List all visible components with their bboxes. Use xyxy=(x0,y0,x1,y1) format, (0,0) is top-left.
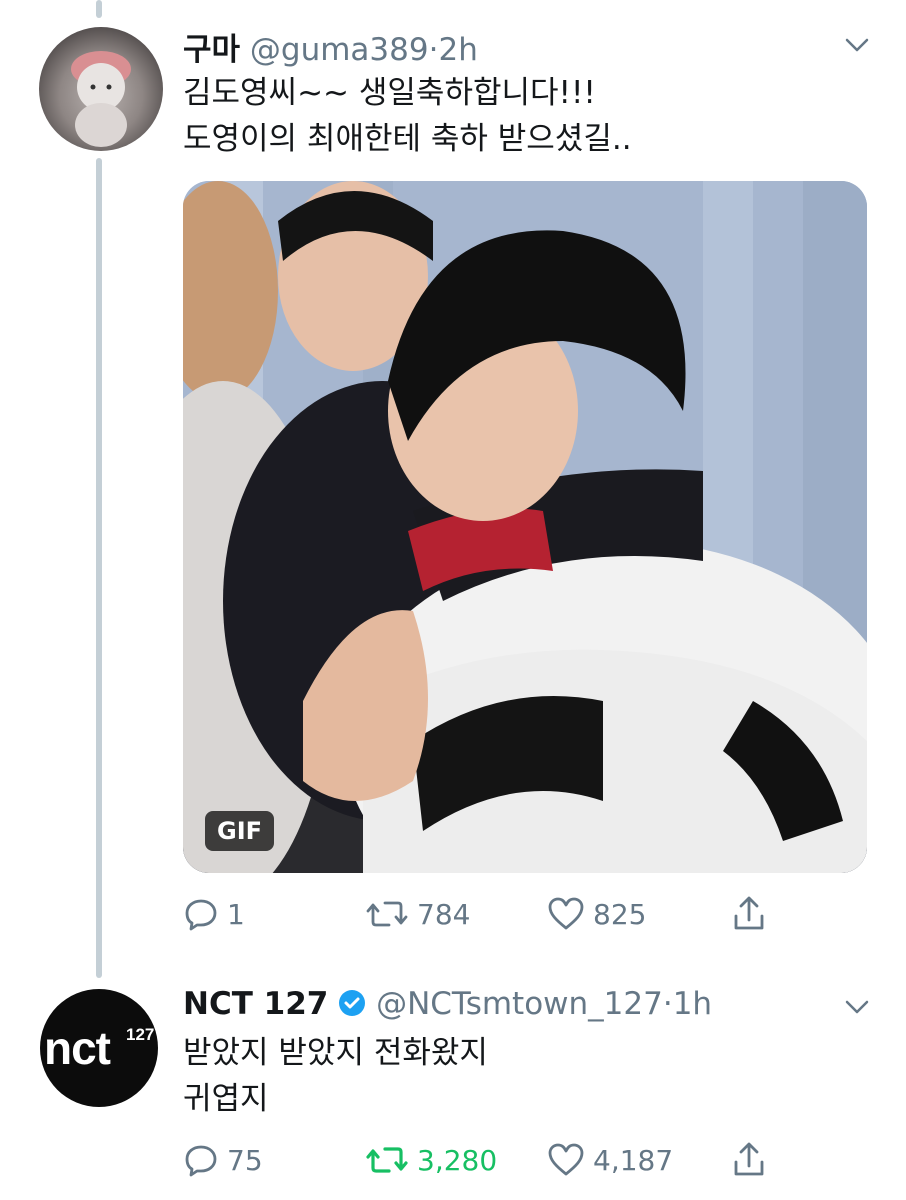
retweet-count: 3,280 xyxy=(417,1143,498,1177)
chevron-down-icon[interactable] xyxy=(844,32,870,58)
thread-line xyxy=(96,158,102,978)
retweet-button[interactable]: 784 xyxy=(365,890,470,938)
retweet-button[interactable]: 3,280 xyxy=(365,1136,497,1184)
tweet-text-line: 귀엽지 xyxy=(183,1081,269,1117)
reply-count: 1 xyxy=(227,897,245,931)
reply-count: 75 xyxy=(227,1143,263,1177)
tweet-actions: 75 3,280 4,187 xyxy=(183,1136,783,1184)
chevron-down-icon[interactable] xyxy=(844,994,870,1020)
like-icon xyxy=(548,897,584,930)
tweet-actions: 1 784 825 xyxy=(183,890,783,938)
reply-icon xyxy=(185,1145,217,1177)
like-count: 825 xyxy=(593,897,647,931)
display-name[interactable]: NCT 127 xyxy=(183,986,328,1022)
display-name[interactable]: 구마 xyxy=(183,32,240,68)
like-button[interactable]: 4,187 xyxy=(547,1136,673,1184)
share-icon xyxy=(734,1142,764,1176)
handle[interactable]: @guma389 xyxy=(250,32,429,68)
thread-line-top xyxy=(96,0,102,18)
separator: · xyxy=(662,986,673,1022)
retweet-count: 784 xyxy=(417,897,471,931)
tweet-text-line: 받았지 받았지 전화왔지 xyxy=(183,1035,488,1071)
share-icon xyxy=(734,896,764,930)
tweet-text: 받았지 받았지 전화왔지 귀엽지 xyxy=(183,1030,488,1122)
like-icon xyxy=(548,1143,584,1176)
retweet-icon xyxy=(366,901,408,927)
avatar[interactable] xyxy=(39,27,163,151)
tweet-text-line: 도영이의 최애한테 축하 받으셨길.. xyxy=(183,121,632,157)
share-button[interactable] xyxy=(731,890,775,938)
tweet-header: 구마 @guma389·2h xyxy=(183,24,478,69)
tweet-text-line: 김도영씨~~ 생일축하합니다!!! xyxy=(183,75,596,111)
reply-button[interactable]: 75 xyxy=(183,1136,263,1184)
reply-button[interactable]: 1 xyxy=(183,890,245,938)
gif-badge: GIF xyxy=(205,811,275,851)
like-button[interactable]: 825 xyxy=(547,890,646,938)
gif-image xyxy=(183,181,867,873)
avatar[interactable]: nct 127 xyxy=(40,989,158,1107)
handle[interactable]: @NCTsmtown_127 xyxy=(376,986,663,1022)
reply-icon xyxy=(185,899,217,931)
timestamp[interactable]: 2h xyxy=(438,32,477,68)
tweet-text: 김도영씨~~ 생일축하합니다!!! 도영이의 최애한테 축하 받으셨길.. xyxy=(183,70,632,162)
verified-badge-icon xyxy=(339,990,366,1016)
separator: · xyxy=(428,32,439,68)
gif-media[interactable]: GIF xyxy=(183,181,867,873)
timestamp[interactable]: 1h xyxy=(673,986,712,1022)
like-count: 4,187 xyxy=(593,1143,674,1177)
avatar-logo-text: nct xyxy=(44,1022,111,1074)
tweet-header: NCT 127 @NCTsmtown_127·1h xyxy=(183,986,712,1022)
avatar-logo-superscript: 127 xyxy=(126,1025,155,1044)
retweet-icon xyxy=(366,1147,408,1173)
share-button[interactable] xyxy=(731,1136,775,1184)
